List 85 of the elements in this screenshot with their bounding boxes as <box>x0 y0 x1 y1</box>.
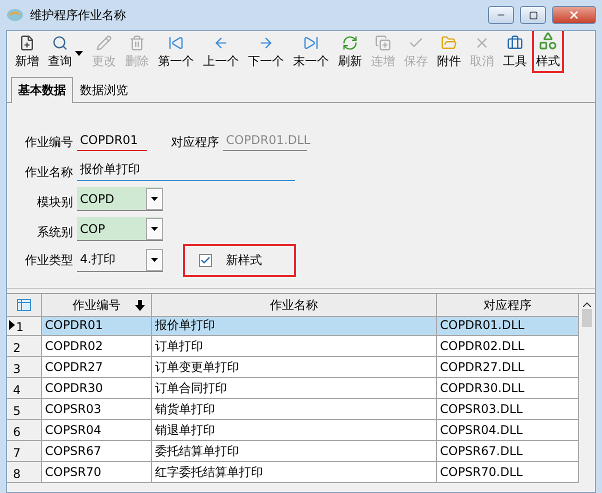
toolbar-button[interactable]: 样式 <box>532 31 564 73</box>
input-field[interactable]: COPDR01 <box>77 129 147 151</box>
table-cell: COPSR67 <box>42 441 152 462</box>
window-title: 维护程序作业名称 <box>30 6 127 24</box>
table-cell: COPSR04.DLL <box>437 420 579 441</box>
table-cell: COPSR67.DLL <box>437 441 579 462</box>
briefcase-icon <box>505 35 525 51</box>
dropdown-field[interactable]: COP <box>77 217 163 241</box>
tab[interactable]: 数据浏览 <box>73 77 135 103</box>
caret-icon <box>151 196 158 200</box>
shapes-icon <box>538 31 558 51</box>
field-label: 对应程序 <box>170 134 219 151</box>
maximize-button[interactable] <box>520 6 546 24</box>
field-label: 作业名称 <box>24 164 73 181</box>
tab[interactable]: 基本数据 <box>11 77 73 103</box>
row-number: 4 <box>7 378 42 399</box>
table-cell: COPDR30 <box>42 378 152 399</box>
table-cell: COPDR02 <box>42 336 152 357</box>
toolbar-button[interactable]: 下一个 <box>244 33 288 73</box>
checkbox-label: 新样式 <box>226 252 262 268</box>
caret-icon <box>151 226 158 230</box>
toolbar-button[interactable]: 查询 <box>44 33 76 73</box>
dropdown-field[interactable]: 4.打印 <box>77 248 163 272</box>
toolbar-button[interactable]: 刷新 <box>334 33 366 73</box>
table-cell: 订单变更单打印 <box>152 357 437 378</box>
minimize-button[interactable] <box>488 6 514 24</box>
column-chooser-button[interactable] <box>7 294 42 317</box>
current-row-icon <box>9 320 15 330</box>
row-number: 1 <box>7 315 42 336</box>
maximize-icon <box>528 10 538 20</box>
table-cell: COPDR27 <box>42 357 152 378</box>
toolbar-button[interactable]: 上一个 <box>199 33 243 73</box>
dropdown-button[interactable] <box>146 218 163 240</box>
column-header[interactable]: 对应程序 <box>437 294 579 317</box>
table-cell: COPSR03.DLL <box>437 399 579 420</box>
close-button[interactable] <box>552 6 596 24</box>
folder-icon <box>439 35 459 51</box>
column-header[interactable]: 作业编号 <box>42 294 152 317</box>
field-label: 作业编号 <box>24 134 73 151</box>
toolbar-button[interactable]: 新增 <box>11 33 43 73</box>
table-cell: 报价单打印 <box>152 315 437 336</box>
input-field[interactable]: 报价单打印 <box>77 159 295 181</box>
toolbar-button[interactable]: 工具 <box>499 33 531 73</box>
dropdown-field[interactable]: COPD <box>77 187 163 211</box>
table-cell: COPSR70.DLL <box>437 462 579 483</box>
row-number: 2 <box>7 336 42 357</box>
table-cell: 订单合同打印 <box>152 378 437 399</box>
caret-icon <box>151 258 158 262</box>
toolbar-button[interactable]: 第一个 <box>154 33 198 73</box>
app-logo-icon <box>6 8 24 22</box>
toolbar-button[interactable]: 末一个 <box>289 33 333 73</box>
table-cell: 销货单打印 <box>152 399 437 420</box>
scrollbar-thumb[interactable] <box>582 309 592 327</box>
pencil-icon <box>94 35 114 51</box>
field-label: 系统别 <box>36 224 73 241</box>
table-cell: COPDR30.DLL <box>437 378 579 399</box>
dropdown-button[interactable] <box>146 248 163 270</box>
table-cell: COPDR01 <box>42 315 152 336</box>
row-number: 7 <box>7 441 42 462</box>
row-number: 5 <box>7 399 42 420</box>
table-cell: COPDR27.DLL <box>437 357 579 378</box>
copy-plus-icon <box>373 35 393 51</box>
field-label: 模块别 <box>36 194 73 211</box>
table-cell: 订单打印 <box>152 336 437 357</box>
column-header[interactable]: 作业名称 <box>152 294 437 317</box>
toolbar-button[interactable]: 附件 <box>433 33 465 73</box>
table-cell: COPSR70 <box>42 462 152 483</box>
checkbox[interactable] <box>199 254 212 266</box>
field-label: 作业类型 <box>24 252 73 268</box>
row-number: 6 <box>7 420 42 441</box>
grid-icon <box>17 299 31 311</box>
row-number: 8 <box>7 462 42 483</box>
table-cell: COPSR04 <box>42 420 152 441</box>
table-cell: 委托结算单打印 <box>152 441 437 462</box>
table-cell: 销退单打印 <box>152 420 437 441</box>
table-cell: COPDR02.DLL <box>437 336 579 357</box>
scroll-up-icon <box>583 302 591 307</box>
table-cell: COPDR01.DLL <box>437 315 579 336</box>
table-cell: COPSR03 <box>42 399 152 420</box>
close-icon <box>568 9 580 21</box>
table-cell: 红字委托结算单打印 <box>152 462 437 483</box>
caret-icon[interactable] <box>75 48 83 58</box>
dropdown-button[interactable] <box>146 188 163 210</box>
row-number: 3 <box>7 357 42 378</box>
sort-arrow-icon <box>135 300 145 310</box>
